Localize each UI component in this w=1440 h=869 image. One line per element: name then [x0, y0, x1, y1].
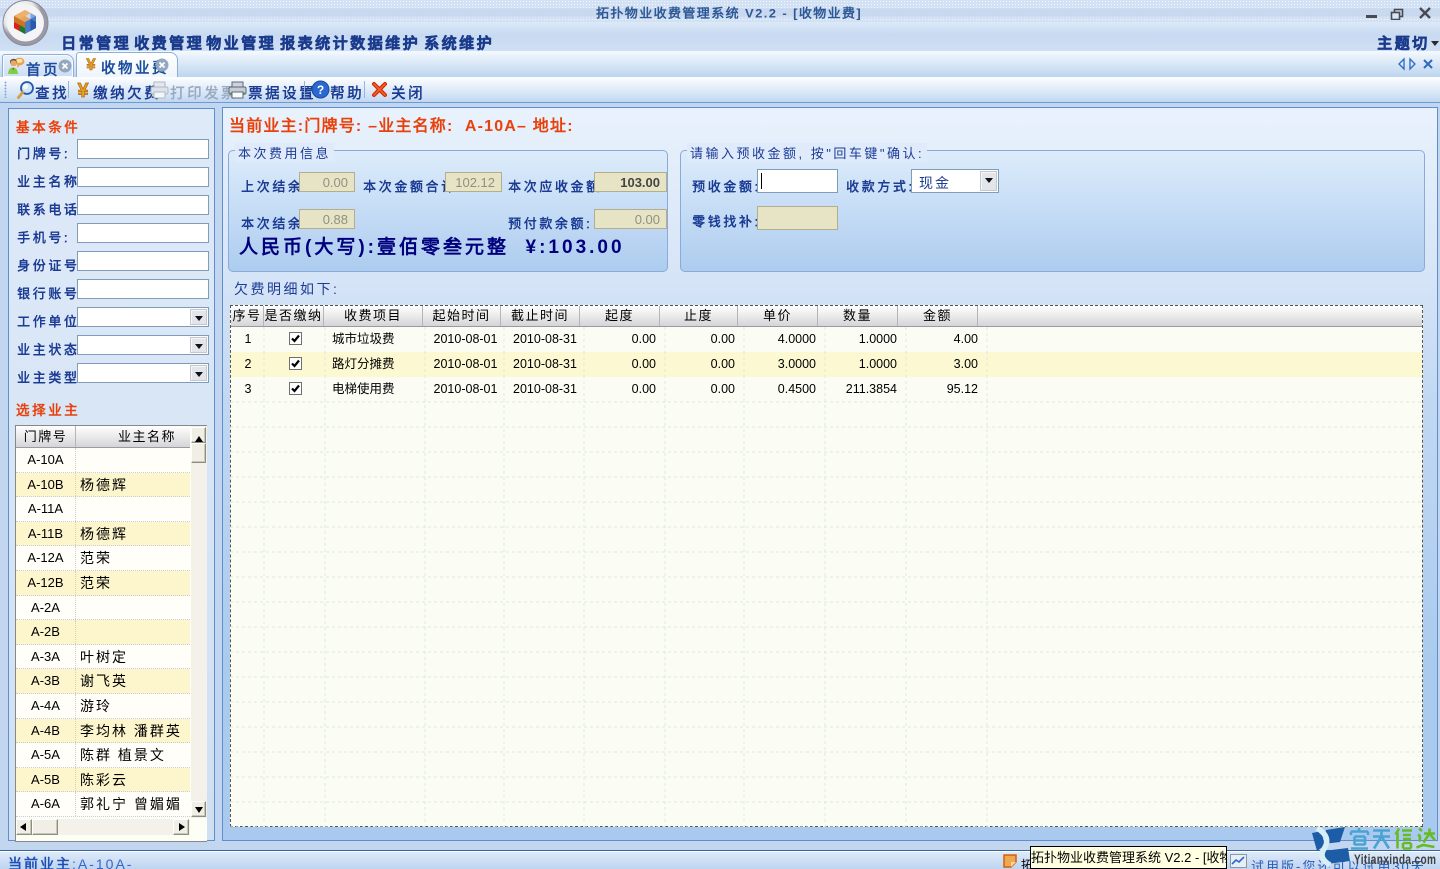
- svg-text:¥: ¥: [86, 56, 96, 72]
- svg-text:?: ?: [317, 83, 324, 97]
- svg-text:¥: ¥: [77, 80, 89, 100]
